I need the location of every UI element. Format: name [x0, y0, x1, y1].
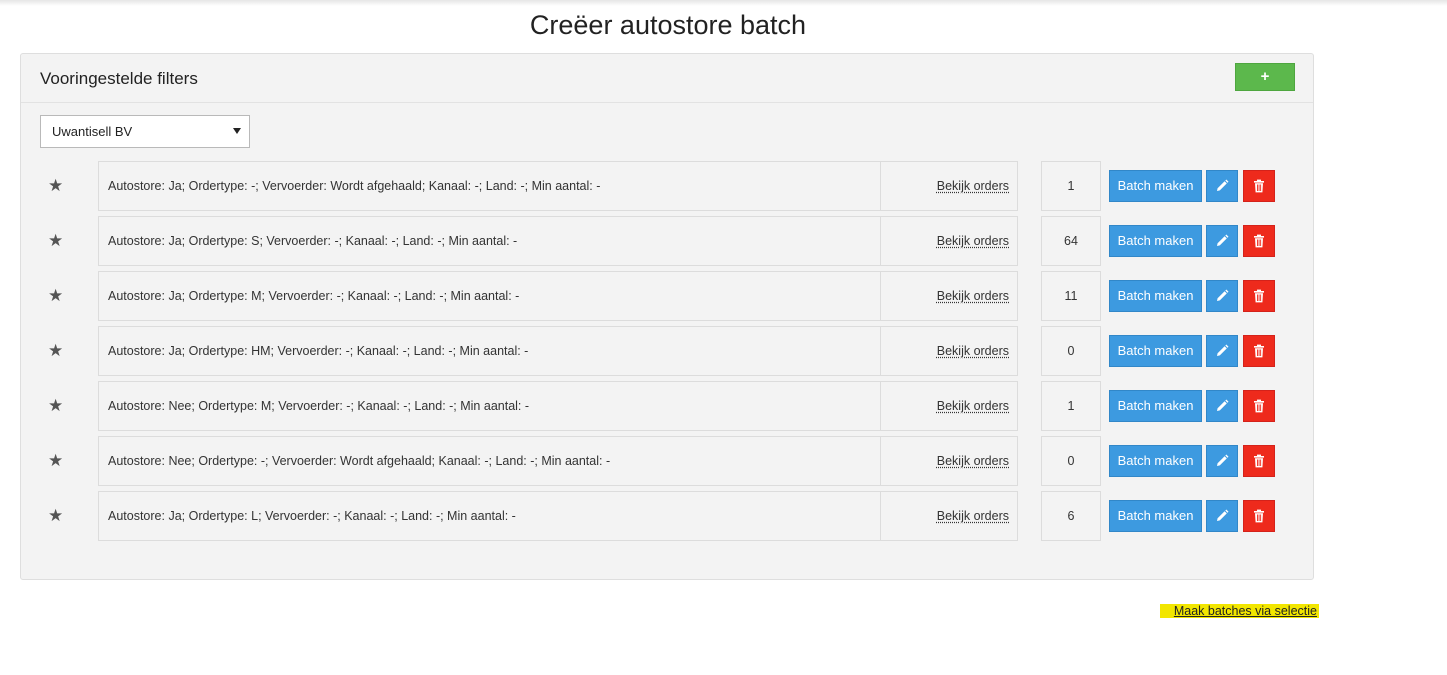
view-orders-link[interactable]: Bekijk orders [937, 327, 1009, 375]
trash-icon [1254, 509, 1264, 523]
delete-button[interactable] [1243, 225, 1275, 257]
filter-row: ★ Autostore: Ja; Ordertype: -; Vervoerde… [21, 161, 1315, 211]
filter-row: ★ Autostore: Ja; Ordertype: S; Vervoerde… [21, 216, 1315, 266]
pencil-icon [1217, 179, 1229, 191]
pencil-icon [1217, 234, 1229, 246]
delete-button[interactable] [1243, 335, 1275, 367]
edit-button[interactable] [1206, 335, 1238, 367]
order-count: 64 [1041, 216, 1101, 266]
edit-button[interactable] [1206, 225, 1238, 257]
top-shadow [0, 0, 1447, 6]
pencil-icon [1217, 509, 1229, 521]
filter-row: ★ Autostore: Ja; Ordertype: M; Vervoerde… [21, 271, 1315, 321]
make-batch-button[interactable]: Batch maken [1109, 335, 1202, 367]
filter-row: ★ Autostore: Nee; Ordertype: -; Vervoerd… [21, 436, 1315, 486]
filter-description: Autostore: Ja; Ordertype: M; Vervoerder:… [108, 289, 520, 303]
filter-description: Autostore: Ja; Ordertype: HM; Vervoerder… [108, 344, 529, 358]
filter-row: ★ Autostore: Ja; Ordertype: HM; Vervoerd… [21, 326, 1315, 376]
filter-box: Autostore: Ja; Ordertype: M; Vervoerder:… [98, 271, 1018, 321]
edit-button[interactable] [1206, 280, 1238, 312]
star-icon[interactable]: ★ [48, 452, 63, 469]
delete-button[interactable] [1243, 445, 1275, 477]
page-title: Creëer autostore batch [529, 10, 807, 40]
company-select[interactable]: Uwantisell BV [40, 115, 250, 148]
trash-icon [1254, 234, 1264, 248]
order-count: 11 [1041, 271, 1101, 321]
view-orders-link[interactable]: Bekijk orders [937, 492, 1009, 540]
filter-divider [880, 437, 881, 485]
order-count: 1 [1041, 161, 1101, 211]
order-count: 0 [1041, 326, 1101, 376]
view-orders-link[interactable]: Bekijk orders [937, 162, 1009, 210]
filter-box: Autostore: Ja; Ordertype: HM; Vervoerder… [98, 326, 1018, 376]
edit-button[interactable] [1206, 500, 1238, 532]
trash-icon [1254, 344, 1264, 358]
edit-button[interactable] [1206, 390, 1238, 422]
make-batches-by-selection-link[interactable]: Maak batches via selectie [1160, 604, 1319, 618]
star-icon[interactable]: ★ [48, 177, 63, 194]
star-icon[interactable]: ★ [48, 507, 63, 524]
trash-icon [1254, 179, 1264, 193]
view-orders-link[interactable]: Bekijk orders [937, 437, 1009, 485]
make-batch-button[interactable]: Batch maken [1109, 225, 1202, 257]
trash-icon [1254, 399, 1264, 413]
edit-button[interactable] [1206, 445, 1238, 477]
filter-description: Autostore: Nee; Ordertype: -; Vervoerder… [108, 454, 611, 468]
panel-title: Vooringestelde filters [40, 69, 198, 88]
make-batch-button[interactable]: Batch maken [1109, 170, 1202, 202]
trash-icon [1254, 454, 1264, 468]
delete-button[interactable] [1243, 280, 1275, 312]
star-icon[interactable]: ★ [48, 397, 63, 414]
filter-divider [880, 272, 881, 320]
order-count: 6 [1041, 491, 1101, 541]
filter-box: Autostore: Nee; Ordertype: -; Vervoerder… [98, 436, 1018, 486]
order-count: 1 [1041, 381, 1101, 431]
edit-button[interactable] [1206, 170, 1238, 202]
filter-divider [880, 162, 881, 210]
presets-panel: Vooringestelde filters + Uwantisell BV ★… [20, 53, 1314, 580]
caret-down-icon [233, 128, 241, 134]
order-count: 0 [1041, 436, 1101, 486]
view-orders-link[interactable]: Bekijk orders [937, 382, 1009, 430]
pencil-icon [1217, 399, 1229, 411]
view-orders-link[interactable]: Bekijk orders [937, 272, 1009, 320]
company-select-value: Uwantisell BV [52, 124, 133, 139]
make-batch-button[interactable]: Batch maken [1109, 390, 1202, 422]
filter-divider [880, 217, 881, 265]
view-orders-link[interactable]: Bekijk orders [937, 217, 1009, 265]
filter-box: Autostore: Ja; Ordertype: S; Vervoerder:… [98, 216, 1018, 266]
filter-divider [880, 382, 881, 430]
filter-row: ★ Autostore: Nee; Ordertype: M; Vervoerd… [21, 381, 1315, 431]
filter-divider [880, 492, 881, 540]
panel-header: Vooringestelde filters + [21, 54, 1313, 103]
pencil-icon [1217, 454, 1229, 466]
filter-box: Autostore: Nee; Ordertype: M; Vervoerder… [98, 381, 1018, 431]
make-batch-button[interactable]: Batch maken [1109, 280, 1202, 312]
pencil-icon [1217, 289, 1229, 301]
star-icon[interactable]: ★ [48, 287, 63, 304]
pencil-icon [1217, 344, 1229, 356]
delete-button[interactable] [1243, 500, 1275, 532]
filter-description: Autostore: Nee; Ordertype: M; Vervoerder… [108, 399, 530, 413]
add-filter-button[interactable]: + [1235, 63, 1295, 91]
filter-row: ★ Autostore: Ja; Ordertype: L; Vervoerde… [21, 491, 1315, 541]
star-icon[interactable]: ★ [48, 232, 63, 249]
filter-description: Autostore: Ja; Ordertype: S; Vervoerder:… [108, 234, 518, 248]
delete-button[interactable] [1243, 170, 1275, 202]
filter-divider [880, 327, 881, 375]
trash-icon [1254, 289, 1264, 303]
make-batch-button[interactable]: Batch maken [1109, 500, 1202, 532]
filter-box: Autostore: Ja; Ordertype: L; Vervoerder:… [98, 491, 1018, 541]
filter-box: Autostore: Ja; Ordertype: -; Vervoerder:… [98, 161, 1018, 211]
make-batch-button[interactable]: Batch maken [1109, 445, 1202, 477]
filter-description: Autostore: Ja; Ordertype: L; Vervoerder:… [108, 509, 516, 523]
filter-description: Autostore: Ja; Ordertype: -; Vervoerder:… [108, 179, 601, 193]
star-icon[interactable]: ★ [48, 342, 63, 359]
delete-button[interactable] [1243, 390, 1275, 422]
